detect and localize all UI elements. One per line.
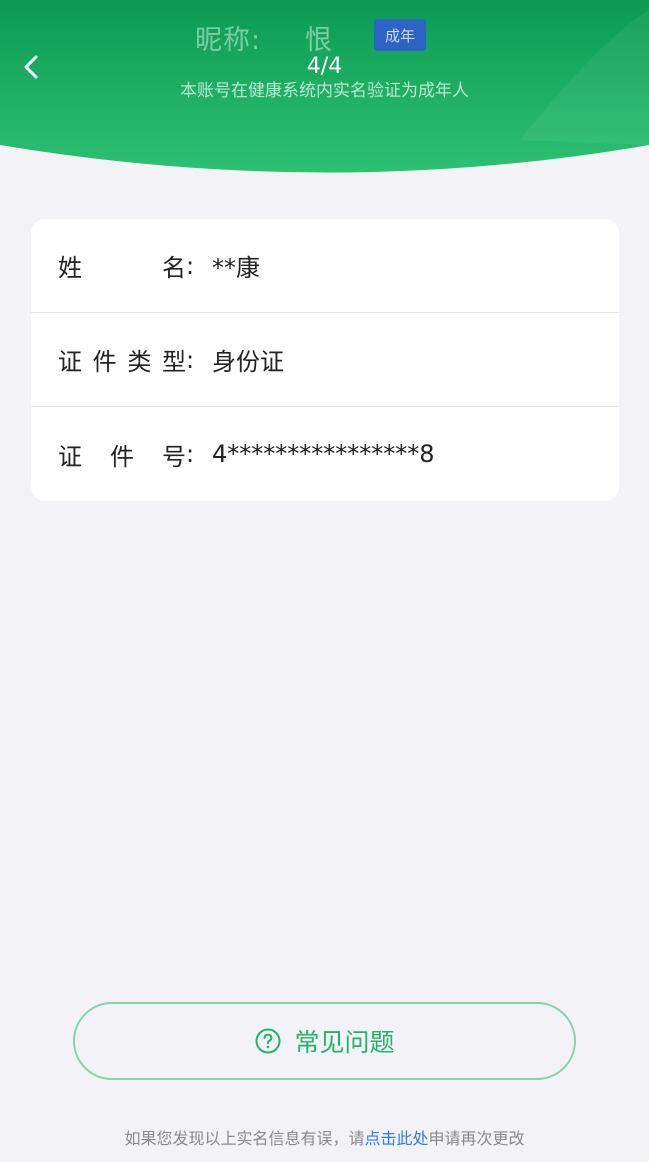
nickname-row: 昵称: 恨 成年	[0, 16, 649, 56]
info-row-name: 姓 名 : **康	[31, 219, 619, 313]
id-type-label: 证 件 类 型	[58, 348, 186, 376]
name-colon: :	[186, 251, 195, 280]
footer-note: 如果您发现以上实名信息有误，请点击此处申请再次更改	[0, 1125, 649, 1149]
adult-badge: 成年	[374, 19, 426, 51]
name-label: 姓 名	[58, 254, 186, 282]
real-name-info-card: 姓 名 : **康 证 件 类 型 : 身份证 证 件 号 : 4*******…	[31, 219, 619, 501]
footer-text-after: 申请再次更改	[428, 1129, 525, 1148]
faq-button[interactable]: 常见问题	[73, 1002, 576, 1080]
info-row-id-number: 证 件 号 : 4****************8	[31, 407, 619, 501]
correction-link[interactable]: 点击此处	[364, 1129, 428, 1148]
info-row-id-type: 证 件 类 型 : 身份证	[31, 313, 619, 407]
nickname-value: 恨	[305, 25, 332, 56]
header-banner: 昵称: 恨 成年 4/4 本账号在健康系统内实名验证为成年人	[0, 0, 649, 180]
question-circle-icon	[255, 1028, 281, 1054]
name-value: **康	[212, 254, 260, 282]
footer-text-before: 如果您发现以上实名信息有误，请	[124, 1129, 365, 1148]
real-name-info-page: 昵称: 恨 成年 4/4 本账号在健康系统内实名验证为成年人 姓 名 : **康…	[0, 0, 649, 1162]
id-number-colon: :	[186, 440, 195, 468]
nickname-label: 昵称:	[195, 25, 262, 56]
id-number-label: 证 件 号	[58, 442, 186, 471]
id-type-value: 身份证	[212, 348, 284, 376]
faq-label: 常见问题	[294, 1028, 395, 1057]
verification-subtitle: 本账号在健康系统内实名验证为成年人	[180, 81, 469, 101]
id-type-colon: :	[186, 345, 195, 374]
id-number-value: 4****************8	[212, 440, 435, 468]
